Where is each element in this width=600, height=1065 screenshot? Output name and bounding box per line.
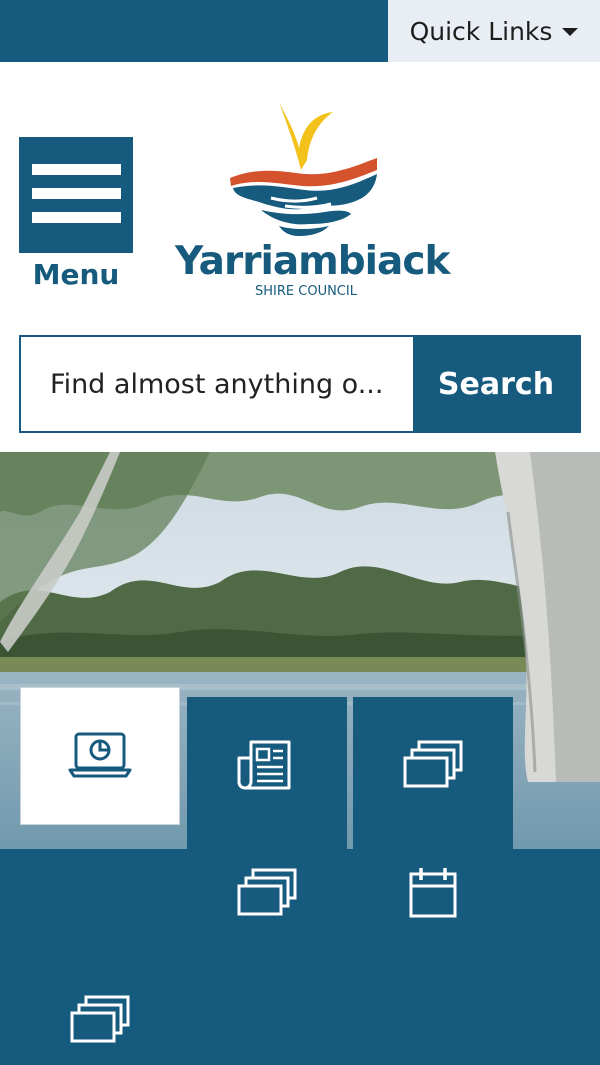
search-form: Search xyxy=(19,335,581,433)
hero-section xyxy=(0,452,600,1065)
quick-tile-services-1[interactable] xyxy=(353,697,513,835)
stacked-cards-icon xyxy=(70,995,130,1043)
caret-down-icon xyxy=(562,28,579,36)
hamburger-icon-bar xyxy=(32,188,121,199)
quick-tile-news[interactable] xyxy=(187,697,347,835)
search-input[interactable] xyxy=(21,337,414,431)
site-header: Menu Yarriambiack SHIRE COUNCIL Search xyxy=(0,62,600,452)
quick-links-dropdown[interactable]: Quick Links xyxy=(388,0,600,62)
quick-tile-events[interactable] xyxy=(353,825,513,963)
logo-emblem-icon xyxy=(230,102,377,236)
hamburger-icon-bar xyxy=(32,212,121,223)
menu-label[interactable]: Menu xyxy=(19,258,133,291)
quick-links-label: Quick Links xyxy=(409,16,553,46)
hamburger-icon xyxy=(32,164,121,175)
quick-tile-online-services[interactable] xyxy=(20,687,180,825)
top-bar: Quick Links xyxy=(0,0,600,62)
search-button[interactable]: Search xyxy=(413,337,579,431)
quick-tile-services-3[interactable] xyxy=(20,952,180,1065)
calendar-icon xyxy=(409,868,457,918)
quick-tile-services-2[interactable] xyxy=(187,825,347,963)
stacked-cards-icon xyxy=(403,740,463,788)
monitor-chart-icon xyxy=(68,732,132,778)
newspaper-icon xyxy=(237,740,291,790)
menu-button[interactable] xyxy=(19,137,133,253)
logo-subtitle: SHIRE COUNCIL xyxy=(255,284,357,299)
logo-name: Yarriambiack xyxy=(175,239,450,284)
site-logo[interactable]: Yarriambiack SHIRE COUNCIL xyxy=(175,98,450,303)
stacked-cards-icon xyxy=(237,868,297,916)
